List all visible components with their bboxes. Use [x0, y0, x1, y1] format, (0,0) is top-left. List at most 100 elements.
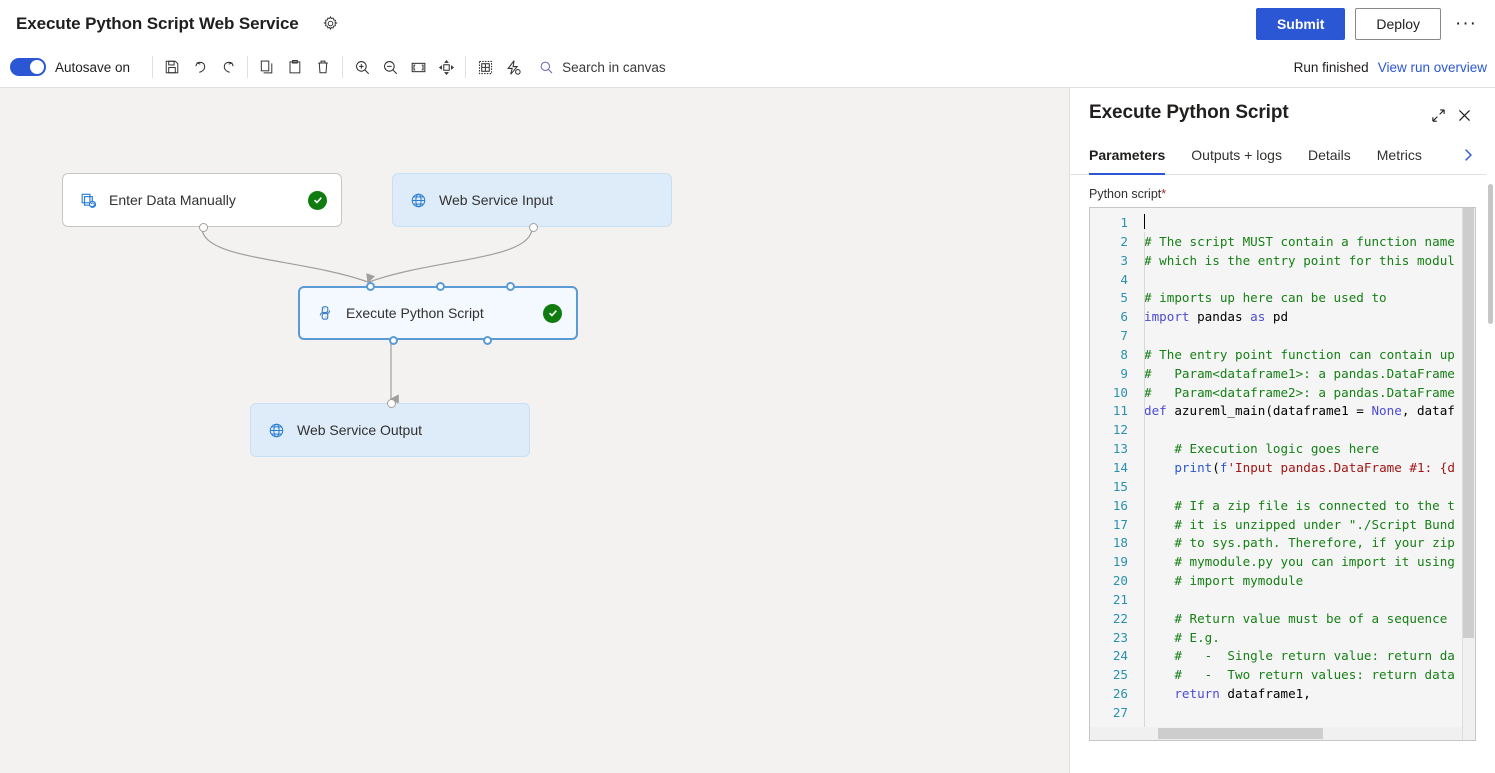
canvas-search[interactable]: Search in canvas	[539, 60, 666, 75]
editor-line[interactable]: # import mymodule	[1144, 572, 1475, 591]
editor-line[interactable]: # - Single return value: return da	[1144, 647, 1475, 666]
editor-vertical-thumb[interactable]	[1463, 208, 1474, 638]
node-output-port-1[interactable]	[389, 336, 398, 345]
node-label: Enter Data Manually	[109, 192, 236, 208]
editor-line[interactable]	[1144, 271, 1475, 290]
settings-gear-button[interactable]	[317, 10, 345, 38]
tab-outputs-logs[interactable]: Outputs + logs	[1191, 136, 1282, 175]
node-output-port[interactable]	[529, 223, 538, 232]
delete-icon-button[interactable]	[309, 53, 337, 81]
node-input-port[interactable]	[387, 399, 396, 408]
fit-to-screen-icon-button[interactable]	[404, 53, 432, 81]
editor-line[interactable]: # - Two return values: return data	[1144, 666, 1475, 685]
editor-line-number: 19	[1112, 554, 1128, 570]
autosave-toggle[interactable]	[10, 58, 46, 76]
globe-glyph	[411, 193, 425, 207]
edge-wsinput-to-python	[367, 227, 533, 291]
panel-vertical-scrollbar[interactable]	[1486, 88, 1495, 773]
editor-line[interactable]	[1144, 591, 1475, 610]
node-input-port-1[interactable]	[366, 282, 375, 291]
submit-button[interactable]: Submit	[1255, 7, 1346, 40]
auto-layout-icon-button[interactable]	[471, 53, 499, 81]
globe-glyph	[269, 423, 283, 437]
autosave-toggle-group[interactable]: Autosave on	[10, 58, 130, 76]
editor-line[interactable]: # Execution logic goes here	[1144, 440, 1475, 459]
editor-vertical-scrollbar[interactable]	[1462, 208, 1475, 740]
canvas-node-web-service-output[interactable]: Web Service Output	[250, 399, 530, 457]
tab-metrics[interactable]: Metrics	[1377, 136, 1422, 175]
node-input-port-3[interactable]	[506, 282, 515, 291]
run-settings-icon-button[interactable]	[499, 53, 527, 81]
expand-panel-button[interactable]	[1425, 102, 1451, 128]
editor-line[interactable]: # If a zip file is connected to the t	[1144, 497, 1475, 516]
editor-horizontal-scrollbar[interactable]	[1090, 727, 1462, 740]
deploy-button[interactable]: Deploy	[1355, 7, 1441, 40]
copy-icon-button[interactable]	[253, 53, 281, 81]
undo-icon-button[interactable]	[186, 53, 214, 81]
node-input-port-2[interactable]	[436, 282, 445, 291]
close-panel-button[interactable]	[1451, 102, 1477, 128]
editor-line[interactable]: # it is unzipped under "./Script Bund	[1144, 516, 1475, 535]
tab-parameters[interactable]: Parameters	[1089, 136, 1166, 175]
editor-line-number: 5	[1120, 290, 1128, 306]
gear-icon	[323, 15, 338, 31]
editor-line[interactable]: # to sys.path. Therefore, if your zip	[1144, 534, 1475, 553]
check-icon	[313, 197, 322, 204]
editor-line-number: 21	[1112, 591, 1128, 607]
reset-view-icon-button[interactable]	[432, 53, 460, 81]
editor-line-number: 23	[1112, 629, 1128, 645]
node-output-port-2[interactable]	[483, 336, 492, 345]
node-output-port[interactable]	[199, 223, 208, 232]
save-icon-button[interactable]	[158, 53, 186, 81]
toolbar-file-group	[158, 53, 242, 81]
canvas-node-web-service-input[interactable]: Web Service Input	[392, 173, 672, 232]
search-input[interactable]: Search in canvas	[562, 60, 666, 75]
editor-line-number: 14	[1112, 459, 1128, 475]
tab-details[interactable]: Details	[1308, 136, 1351, 175]
editor-line[interactable]: # The entry point function can contain u…	[1144, 346, 1475, 365]
more-options-button[interactable]: ···	[1451, 9, 1481, 39]
editor-line[interactable]	[1144, 214, 1475, 233]
editor-horizontal-thumb[interactable]	[1158, 728, 1323, 739]
editor-line-number: 1	[1120, 215, 1128, 230]
editor-line-number: 2	[1120, 233, 1128, 249]
editor-line[interactable]: # Param<dataframe1>: a pandas.DataFrame	[1144, 365, 1475, 384]
editor-line-number: 12	[1112, 422, 1128, 438]
editor-line[interactable]: def azureml_main(dataframe1 = None, data…	[1144, 402, 1475, 421]
editor-line[interactable]	[1144, 327, 1475, 346]
toolbar-divider	[465, 56, 467, 78]
code-area[interactable]: 1 2 3 4 5 6 7 8 9 10 11 12 13 14 15 16 17 18 19 20 21 22 23 24 2…	[1090, 208, 1475, 740]
editor-line[interactable]: # Return value must be of a sequence	[1144, 610, 1475, 629]
toolbar-divider	[247, 56, 249, 78]
python-script-editor[interactable]: 1 2 3 4 5 6 7 8 9 10 11 12 13 14 15 16 17 18 19 20 21 22 23 24 2…	[1089, 207, 1476, 741]
panel-vertical-thumb[interactable]	[1488, 184, 1493, 324]
zoom-in-icon-button[interactable]	[348, 53, 376, 81]
editor-line[interactable]: # imports up here can be used to	[1144, 289, 1475, 308]
paste-icon-button[interactable]	[281, 53, 309, 81]
editor-line[interactable]: # Param<dataframe2>: a pandas.DataFrame	[1144, 384, 1475, 403]
node-label: Execute Python Script	[346, 305, 484, 321]
node-status-succeeded-icon	[543, 303, 562, 323]
editor-line[interactable]: # which is the entry point for this modu…	[1144, 252, 1475, 271]
field-label-text: Python script	[1089, 187, 1162, 201]
tabs-overflow-button[interactable]	[1460, 147, 1476, 163]
canvas-node-execute-python-script[interactable]: Execute Python Script	[298, 282, 578, 345]
editor-line[interactable]	[1144, 478, 1475, 497]
zoom-out-icon-button[interactable]	[376, 53, 404, 81]
canvas-node-enter-data-manually[interactable]: Enter Data Manually	[62, 173, 342, 232]
editor-line[interactable]: import pandas as pd	[1144, 308, 1475, 327]
editor-line[interactable]: return dataframe1,	[1144, 685, 1475, 704]
editor-line[interactable]: # The script MUST contain a function nam…	[1144, 233, 1475, 252]
toolbar-clipboard-group	[253, 53, 337, 81]
pipeline-canvas[interactable]: Enter Data Manually Web Service Input Ex…	[0, 88, 1069, 773]
view-run-overview-link[interactable]: View run overview	[1378, 60, 1487, 75]
editor-line[interactable]: print(f'Input pandas.DataFrame #1: {d	[1144, 459, 1475, 478]
editor-line[interactable]	[1144, 704, 1475, 723]
toolbar-divider	[342, 56, 344, 78]
editor-line[interactable]: # E.g.	[1144, 629, 1475, 648]
editor-code[interactable]: # The script MUST contain a function nam…	[1136, 208, 1475, 740]
editor-line[interactable]	[1144, 421, 1475, 440]
redo-icon-button[interactable]	[214, 53, 242, 81]
editor-line[interactable]: # mymodule.py you can import it using	[1144, 553, 1475, 572]
editor-line-number: 13	[1112, 441, 1128, 457]
